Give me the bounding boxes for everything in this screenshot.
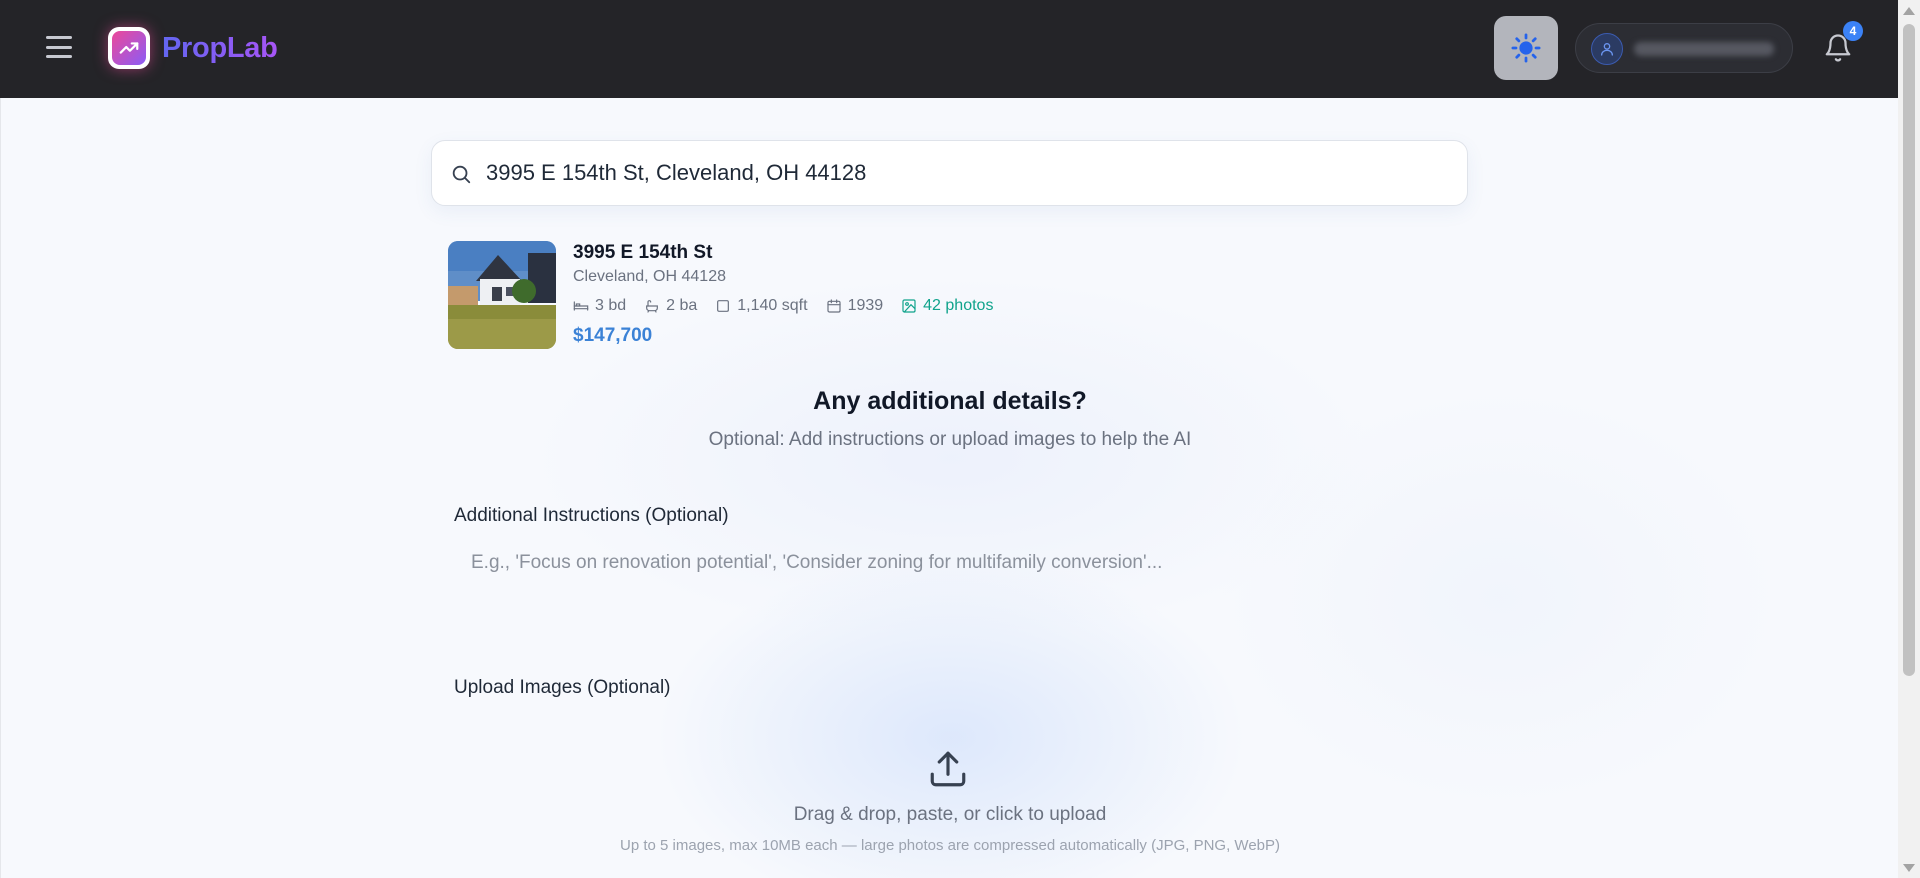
- upload-icon: [930, 751, 966, 787]
- dropzone-text: Drag & drop, paste, or click to upload: [793, 804, 1107, 825]
- instructions-field[interactable]: [454, 538, 1454, 628]
- logo-icon[interactable]: [108, 27, 150, 69]
- page-scrollbar[interactable]: [1898, 0, 1920, 878]
- theme-toggle-button[interactable]: [1494, 16, 1558, 80]
- search-input[interactable]: [486, 141, 1446, 205]
- app-name[interactable]: PropLab: [162, 32, 278, 65]
- calendar-icon: [826, 299, 841, 313]
- photos-link[interactable]: 42 photos: [901, 297, 993, 315]
- user-name-redacted: [1634, 42, 1774, 56]
- search-icon: [452, 165, 471, 184]
- baths-item: 2 ba: [644, 297, 697, 315]
- notification-badge: 4: [1843, 21, 1863, 41]
- bed-icon: [573, 301, 589, 311]
- year-value: 1939: [847, 297, 884, 314]
- property-street: 3995 E 154th St: [573, 242, 713, 263]
- bath-icon: [646, 300, 659, 313]
- main-content: 3995 E 154th St Cleveland, OH 44128 3 bd…: [0, 98, 1898, 878]
- search-box: [431, 140, 1468, 206]
- scroll-down-arrow[interactable]: [1903, 864, 1915, 872]
- baths-value: 2 ba: [666, 297, 698, 314]
- scroll-thumb[interactable]: [1903, 24, 1915, 676]
- user-icon: [1601, 43, 1613, 56]
- photos-count: 42 photos: [923, 297, 994, 314]
- sun-icon: [1511, 33, 1541, 63]
- beds-item: 3 bd: [573, 297, 626, 315]
- year-item: 1939: [826, 297, 884, 315]
- property-meta: 3 bd 2 ba 1,140 sqft 1939 42 photos: [573, 296, 993, 316]
- square-icon: [717, 300, 730, 312]
- upload-label: Upload Images (Optional): [454, 677, 671, 698]
- image-icon: [902, 299, 916, 313]
- user-menu-button[interactable]: [1575, 23, 1793, 73]
- avatar: [1591, 33, 1623, 65]
- scroll-up-arrow[interactable]: [1903, 7, 1915, 15]
- hamburger-icon[interactable]: [44, 32, 74, 62]
- property-city: Cleveland, OH 44128: [573, 268, 726, 285]
- property-photo[interactable]: [448, 241, 556, 349]
- top-bar: PropLab 4: [0, 0, 1920, 98]
- property-price: $147,700: [573, 325, 653, 346]
- beds-value: 3 bd: [595, 297, 627, 314]
- dropzone-hint: Up to 5 images, max 10MB each — large ph…: [620, 837, 1280, 854]
- details-heading: Any additional details?: [813, 387, 1087, 415]
- sqft-value: 1,140 sqft: [737, 297, 808, 314]
- instructions-label: Additional Instructions (Optional): [454, 505, 729, 526]
- sqft-item: 1,140 sqft: [715, 297, 808, 315]
- details-subheading: Optional: Add instructions or upload ima…: [708, 429, 1192, 450]
